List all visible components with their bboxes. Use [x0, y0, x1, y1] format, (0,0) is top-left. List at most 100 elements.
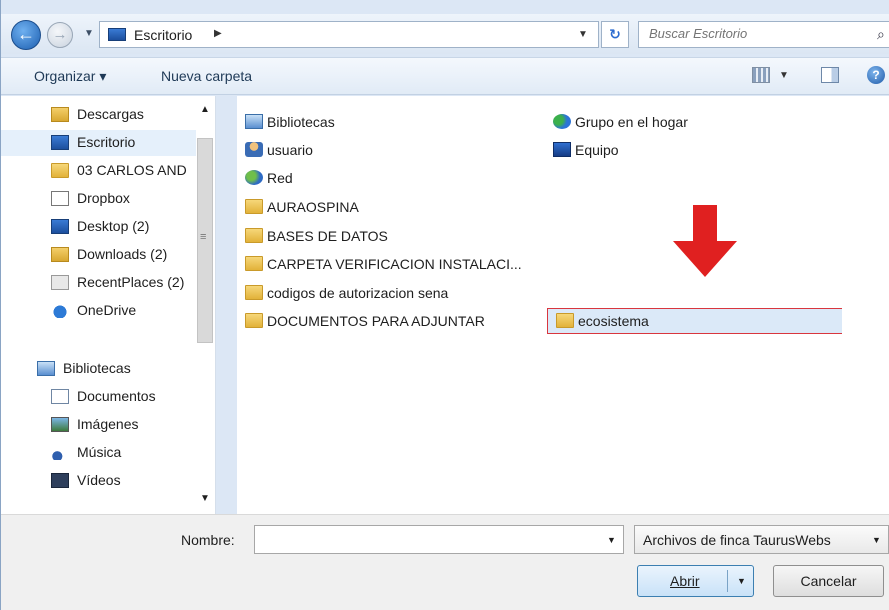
address-bar[interactable]: Escritorio ▶ ▼ [99, 21, 599, 48]
scroll-down-icon[interactable]: ▼ [200, 493, 210, 504]
videos-icon [51, 473, 69, 488]
chevron-down-icon[interactable]: ▼ [872, 535, 881, 545]
file-name-label: Nombre: [181, 532, 235, 548]
desktop-icon [51, 135, 69, 150]
nav-item-label: Música [77, 444, 122, 460]
list-item[interactable]: codigos de autorizacion sena [237, 281, 537, 305]
pictures-icon [51, 417, 69, 432]
file-open-dialog: ← → ▼ Escritorio ▶ ▼ ↻ ⌕ Organizar ▾ Nue… [0, 0, 889, 610]
list-item[interactable]: Grupo en el hogar [545, 110, 835, 134]
list-item[interactable]: usuario [237, 138, 537, 162]
nav-item-escritorio[interactable]: Escritorio [1, 130, 196, 156]
folder-icon [245, 199, 263, 214]
folder-icon [51, 163, 69, 178]
list-item[interactable]: CARPETA VERIFICACION INSTALACI... [237, 252, 537, 276]
nav-item-descargas[interactable]: Descargas [1, 102, 196, 128]
address-dropdown-icon[interactable]: ▼ [578, 29, 588, 40]
file-label: Grupo en el hogar [575, 114, 688, 130]
forward-button[interactable]: → [47, 22, 73, 48]
search-icon[interactable]: ⌕ [877, 26, 885, 43]
onedrive-icon [51, 303, 69, 318]
scroll-up-icon[interactable]: ▲ [200, 104, 210, 115]
downloads-folder-icon [51, 247, 69, 262]
new-folder-button[interactable]: Nueva carpeta [161, 68, 252, 84]
nav-item-recentplaces-2[interactable]: RecentPlaces (2) [1, 270, 196, 296]
file-type-value: Archivos de finca TaurusWebs [643, 532, 831, 548]
open-button[interactable]: Abrir ▼ [637, 565, 754, 597]
list-item-selected[interactable]: ecosistema [547, 308, 859, 334]
file-label: Bibliotecas [267, 114, 335, 130]
file-label: BASES DE DATOS [267, 228, 388, 244]
desktop-icon [51, 219, 69, 234]
user-icon [245, 142, 263, 157]
file-label: Red [267, 170, 293, 186]
nav-item-label: Documentos [77, 388, 156, 404]
help-icon[interactable]: ? [867, 66, 885, 84]
breadcrumb-chevron-icon[interactable]: ▶ [214, 28, 222, 39]
nav-item-onedrive[interactable]: OneDrive [1, 298, 196, 324]
file-label: codigos de autorizacion sena [267, 285, 449, 301]
downloads-folder-icon [51, 107, 69, 122]
nav-item-label: OneDrive [77, 302, 137, 318]
list-item[interactable]: Red [237, 166, 537, 190]
libraries-icon [37, 361, 55, 376]
view-dropdown-icon[interactable]: ▼ [779, 70, 789, 81]
red-arrow-annotation [673, 205, 737, 277]
nav-item-bibliotecas[interactable]: Bibliotecas [1, 356, 196, 382]
navigation-pane: Descargas Escritorio 03 CARLOS AND Dropb… [1, 96, 216, 514]
list-item[interactable]: Equipo [545, 138, 835, 162]
nav-item-label: RecentPlaces (2) [77, 274, 185, 290]
command-toolbar: Organizar ▾ Nueva carpeta ▼ ? [1, 57, 889, 95]
nav-item-musica[interactable]: Música [1, 440, 196, 466]
documents-icon [51, 389, 69, 404]
file-list: Bibliotecas usuario Red AURAOSPINA BASES… [237, 96, 859, 514]
organize-button[interactable]: Organizar ▾ [34, 68, 106, 85]
folder-icon [245, 228, 263, 243]
nav-item-label: Imágenes [77, 416, 139, 432]
nav-item-label: Bibliotecas [63, 360, 131, 376]
preview-pane-icon[interactable] [821, 67, 839, 83]
nav-item-label: 03 CARLOS AND [77, 162, 187, 178]
file-label: usuario [267, 142, 313, 158]
scrollbar-grip-icon: ≡ [200, 231, 207, 243]
folder-icon [556, 313, 574, 328]
network-icon [245, 170, 263, 185]
nav-item-label: Vídeos [77, 472, 121, 488]
nav-item-documentos[interactable]: Documentos [1, 384, 196, 410]
file-list-margin [842, 96, 889, 514]
nav-item-desktop-2[interactable]: Desktop (2) [1, 214, 196, 240]
file-label: DOCUMENTOS PARA ADJUNTAR [267, 313, 485, 329]
breadcrumb-escritorio[interactable]: Escritorio [134, 27, 192, 43]
file-name-input[interactable] [259, 531, 589, 547]
search-input[interactable] [649, 26, 869, 41]
refresh-button[interactable]: ↻ [601, 21, 629, 48]
computer-icon [553, 142, 571, 157]
nav-item-03-carlos[interactable]: 03 CARLOS AND [1, 158, 196, 184]
cancel-button[interactable]: Cancelar [773, 565, 884, 597]
back-button[interactable]: ← [11, 20, 41, 50]
nav-item-dropbox[interactable]: Dropbox [1, 186, 196, 212]
nav-item-videos[interactable]: Vídeos [1, 468, 196, 494]
address-toolbar: ← → ▼ Escritorio ▶ ▼ ↻ ⌕ [1, 14, 889, 54]
nav-item-label: Desktop (2) [77, 218, 150, 234]
folder-icon [245, 256, 263, 271]
search-box[interactable]: ⌕ [638, 21, 889, 48]
list-item[interactable]: BASES DE DATOS [237, 224, 537, 248]
music-icon [51, 445, 69, 460]
nav-item-imagenes[interactable]: Imágenes [1, 412, 196, 438]
list-item[interactable]: Bibliotecas [237, 110, 537, 134]
nav-scrollbar[interactable]: ▲ ≡ ▼ [196, 96, 214, 514]
file-label: CARPETA VERIFICACION INSTALACI... [267, 256, 522, 272]
open-options-chevron-icon[interactable]: ▼ [737, 576, 746, 586]
file-name-combobox[interactable]: ▼ [254, 525, 624, 554]
list-item[interactable]: AURAOSPINA [237, 195, 537, 219]
nav-item-label: Descargas [77, 106, 144, 122]
change-view-icon[interactable] [752, 67, 770, 83]
file-type-select[interactable]: Archivos de finca TaurusWebs ▼ [634, 525, 889, 554]
list-item[interactable]: DOCUMENTOS PARA ADJUNTAR [237, 309, 537, 333]
dialog-footer: Nombre: ▼ Archivos de finca TaurusWebs ▼… [1, 514, 889, 610]
recent-pages-dropdown-icon[interactable]: ▼ [84, 28, 94, 39]
chevron-down-icon[interactable]: ▼ [607, 535, 616, 545]
folder-icon [245, 285, 263, 300]
nav-item-downloads-2[interactable]: Downloads (2) [1, 242, 196, 268]
